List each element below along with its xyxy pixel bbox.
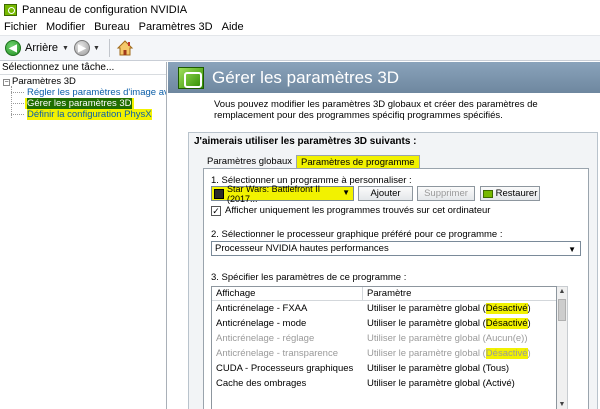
settings-tabs: Paramètres globaux Paramètres de program… bbox=[203, 155, 420, 169]
program-settings-body: 1. Sélectionner un programme à personnal… bbox=[203, 168, 589, 409]
setting-value-prefix: Utiliser le paramètre global ( bbox=[367, 318, 486, 329]
add-button[interactable]: Ajouter bbox=[358, 186, 413, 201]
table-header: Affichage Paramètre bbox=[212, 287, 556, 301]
setting-value-suffix: ) bbox=[527, 318, 531, 329]
restore-button-label: Restaurer bbox=[495, 188, 538, 199]
table-row[interactable]: Anticrénelage - transparence Utiliser le … bbox=[212, 346, 556, 361]
settings-group: J'aimerais utiliser les paramètres 3D su… bbox=[188, 132, 598, 409]
setting-value-prefix: Utiliser le paramètre global ( bbox=[367, 303, 486, 314]
table-scrollbar[interactable]: ▲ ▼ bbox=[557, 286, 568, 409]
setting-feature: Anticrénelage - FXAA bbox=[216, 303, 308, 314]
show-found-only-label: Afficher uniquement les programmes trouv… bbox=[225, 205, 491, 216]
title-bar: Panneau de configuration NVIDIA bbox=[0, 0, 600, 19]
table-row[interactable]: Anticrénelage - FXAA Utiliser le paramètr… bbox=[212, 301, 556, 316]
setting-feature: Anticrénelage - réglage bbox=[216, 333, 315, 344]
game-icon bbox=[214, 188, 224, 199]
table-row[interactable]: Cache des ombrages Utiliser le paramètre … bbox=[212, 376, 556, 391]
table-row[interactable]: Anticrénelage - réglage Utiliser le param… bbox=[212, 331, 556, 346]
3d-settings-icon bbox=[178, 66, 204, 89]
column-header-feature[interactable]: Affichage bbox=[212, 287, 363, 300]
menu-fichier[interactable]: Fichier bbox=[4, 21, 37, 33]
page-banner: Gérer les paramètres 3D bbox=[168, 62, 600, 93]
setting-value-state: Désactivé bbox=[485, 348, 528, 359]
scroll-up-icon[interactable]: ▲ bbox=[557, 287, 567, 297]
tree-item-gerer-3d[interactable]: Gérer les paramètres 3D bbox=[0, 98, 166, 109]
setting-feature: Anticrénelage - transparence bbox=[216, 348, 338, 359]
setting-value[interactable]: Utiliser le paramètre global (Tous) bbox=[363, 363, 509, 374]
setting-value-suffix: ) bbox=[527, 348, 531, 359]
menu-parametres-3d[interactable]: Paramètres 3D bbox=[139, 21, 213, 33]
setting-feature: Cache des ombrages bbox=[216, 378, 307, 389]
step-2-label: 2. Sélectionner le processeur graphique … bbox=[211, 229, 503, 240]
show-found-only-checkbox[interactable]: ✓ bbox=[211, 205, 221, 216]
delete-button[interactable]: Supprimer bbox=[417, 186, 475, 201]
tab-program-settings[interactable]: Paramètres de programme bbox=[296, 155, 420, 169]
setting-value-prefix: Utiliser le paramètre global ( bbox=[367, 333, 486, 344]
table-row[interactable]: CUDA - Processeurs graphiques Utiliser le… bbox=[212, 361, 556, 376]
setting-value-suffix: ) bbox=[524, 333, 528, 344]
collapse-icon[interactable]: − bbox=[3, 79, 10, 86]
forward-arrow-icon[interactable]: ▶ bbox=[73, 40, 90, 56]
program-settings-table: Affichage Paramètre Anticrénelage - FXAA… bbox=[211, 286, 557, 409]
back-button-label[interactable]: Arrière bbox=[25, 42, 58, 54]
content-panel: Gérer les paramètres 3D Vous pouvez modi… bbox=[168, 62, 600, 409]
setting-value-state: Tous bbox=[485, 363, 506, 374]
table-row[interactable]: Anticrénelage - mode Utiliser le paramètr… bbox=[212, 316, 556, 331]
tree-item-physx[interactable]: Définir la configuration PhysX bbox=[0, 109, 166, 120]
menu-modifier[interactable]: Modifier bbox=[46, 21, 85, 33]
show-found-only-row: ✓ Afficher uniquement les programmes tro… bbox=[211, 205, 490, 216]
task-panel-header: Sélectionnez une tâche... bbox=[0, 62, 166, 75]
toolbar: ◀ Arrière ▼ ▶ ▼ bbox=[0, 35, 600, 61]
setting-value-prefix: Utiliser le paramètre global ( bbox=[367, 378, 486, 389]
menu-aide[interactable]: Aide bbox=[222, 21, 244, 33]
page-description: Vous pouvez modifier les paramètres 3D g… bbox=[214, 99, 538, 121]
group-title: J'aimerais utiliser les paramètres 3D su… bbox=[194, 136, 417, 147]
scroll-thumb[interactable] bbox=[558, 299, 566, 321]
back-arrow-icon[interactable]: ◀ bbox=[5, 40, 21, 56]
step-3-label: 3. Spécifier les paramètres de ce progra… bbox=[211, 272, 407, 283]
menu-bar: Fichier Modifier Bureau Paramètres 3D Ai… bbox=[0, 19, 600, 35]
processor-select[interactable]: Processeur NVIDIA hautes performances ▼ bbox=[211, 241, 581, 256]
chevron-down-icon[interactable]: ▼ bbox=[568, 243, 576, 256]
setting-value-state: Désactivé bbox=[485, 318, 528, 329]
chevron-down-icon[interactable]: ▼ bbox=[342, 188, 350, 197]
setting-value-suffix: ) bbox=[527, 303, 531, 314]
back-dropdown-icon[interactable]: ▼ bbox=[62, 45, 69, 52]
setting-value[interactable]: Utiliser le paramètre global (Désactivé) bbox=[363, 303, 531, 314]
setting-value[interactable]: Utiliser le paramètre global (Désactivé) bbox=[363, 318, 531, 329]
setting-value-state: Activé bbox=[485, 378, 512, 389]
program-select[interactable]: Star Wars: Battlefront II (2017... ▼ bbox=[211, 183, 354, 204]
tree-root-parametres-3d[interactable]: − Paramètres 3D bbox=[0, 76, 166, 87]
toolbar-separator bbox=[108, 39, 110, 57]
program-row: Star Wars: Battlefront II (2017... ▼ Ajo… bbox=[211, 183, 540, 204]
setting-feature: Anticrénelage - mode bbox=[216, 318, 307, 329]
setting-value[interactable]: Utiliser le paramètre global (Activé) bbox=[363, 378, 515, 389]
home-icon[interactable] bbox=[116, 39, 134, 57]
program-select-value: Star Wars: Battlefront II (2017... bbox=[226, 183, 321, 204]
processor-select-value: Processeur NVIDIA hautes performances bbox=[215, 243, 389, 254]
tab-global-settings[interactable]: Paramètres globaux bbox=[203, 155, 296, 169]
setting-value[interactable]: Utiliser le paramètre global (Aucun(e)) bbox=[363, 333, 528, 344]
setting-value-state: Désactivé bbox=[485, 303, 528, 314]
menu-bureau[interactable]: Bureau bbox=[94, 21, 129, 33]
tree-item-regler-image[interactable]: Régler les paramètres d'image avec Aperç… bbox=[0, 87, 166, 98]
nvidia-app-icon bbox=[4, 3, 17, 16]
forward-dropdown-icon[interactable]: ▼ bbox=[93, 45, 100, 52]
setting-value[interactable]: Utiliser le paramètre global (Désactivé) bbox=[363, 348, 531, 359]
restore-button[interactable]: Restaurer bbox=[480, 186, 540, 201]
setting-value-prefix: Utiliser le paramètre global ( bbox=[367, 348, 486, 359]
setting-value-state: Aucun(e) bbox=[485, 333, 525, 344]
scroll-down-icon[interactable]: ▼ bbox=[557, 400, 567, 409]
nvidia-icon bbox=[482, 189, 493, 198]
setting-value-prefix: Utiliser le paramètre global ( bbox=[367, 363, 486, 374]
column-header-setting[interactable]: Paramètre bbox=[363, 287, 411, 300]
task-tree: − Paramètres 3D Régler les paramètres d'i… bbox=[0, 75, 166, 120]
window-title: Panneau de configuration NVIDIA bbox=[22, 3, 188, 16]
page-title: Gérer les paramètres 3D bbox=[212, 67, 400, 87]
tree-connector bbox=[11, 86, 12, 118]
setting-value-suffix: ) bbox=[505, 363, 510, 374]
setting-feature: CUDA - Processeurs graphiques bbox=[216, 363, 354, 374]
task-panel: Sélectionnez une tâche... − Paramètres 3D… bbox=[0, 62, 167, 409]
setting-value-suffix: ) bbox=[511, 378, 515, 389]
